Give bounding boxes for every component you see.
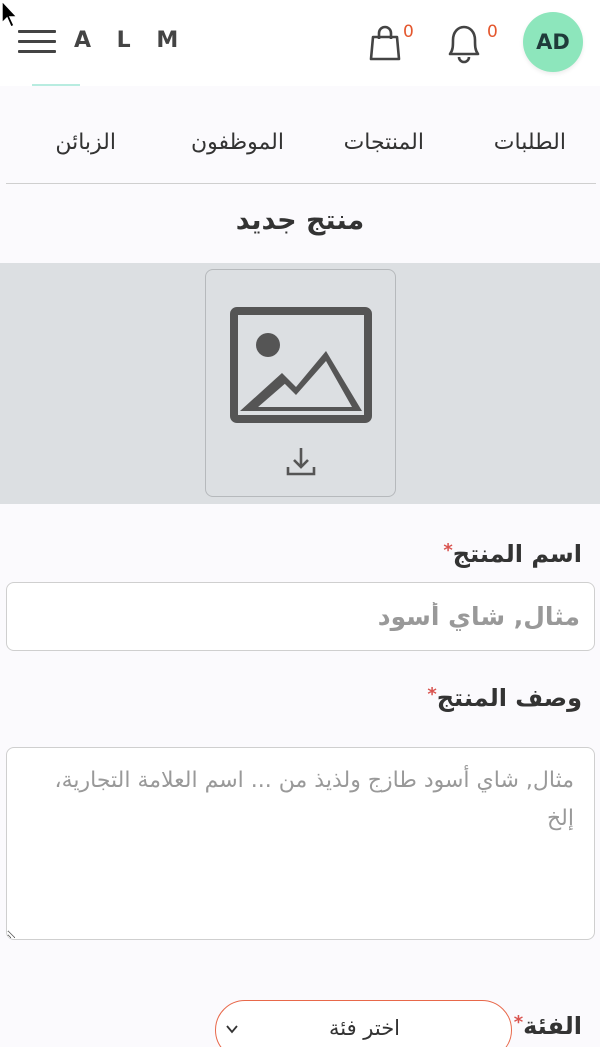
required-mark: * <box>513 1012 524 1033</box>
tab-orders[interactable]: الطلبات <box>494 130 566 155</box>
cart-button[interactable]: 0 <box>368 22 414 64</box>
required-mark: * <box>427 684 437 705</box>
product-name-input[interactable] <box>6 582 595 651</box>
tab-employees[interactable]: الموظفون <box>191 130 284 155</box>
category-label: الفئة* <box>513 1012 582 1040</box>
required-mark: * <box>443 540 453 561</box>
product-description-input[interactable] <box>6 747 595 940</box>
nav-tabs: الطلبات المنتجات الموظفون الزبائن <box>6 110 596 184</box>
mouse-cursor-icon <box>1 0 19 28</box>
category-select-value: اختر فئة <box>328 1016 401 1040</box>
download-icon <box>286 448 316 476</box>
notification-count-badge: 0 <box>487 22 498 42</box>
category-select[interactable]: اختر فئة <box>215 1000 512 1047</box>
chevron-down-icon <box>226 1025 238 1034</box>
bell-icon <box>448 25 480 64</box>
menu-icon[interactable] <box>18 30 56 54</box>
product-description-label: وصف المنتج* <box>427 684 582 712</box>
app-logo: A L M <box>74 28 188 53</box>
image-upload-area <box>0 263 600 504</box>
tab-products[interactable]: المنتجات <box>344 130 424 155</box>
app-header: A L M 0 0 AD <box>0 0 600 86</box>
user-avatar[interactable]: AD <box>523 12 583 72</box>
product-name-label: اسم المنتج* <box>443 540 582 568</box>
page-title: منتج جديد <box>235 205 365 236</box>
shopping-bag-icon <box>369 25 401 61</box>
tab-customers[interactable]: الزبائن <box>55 130 116 155</box>
notifications-button[interactable]: 0 <box>442 20 498 66</box>
cart-count-badge: 0 <box>403 22 414 42</box>
header-accent-line <box>32 84 80 86</box>
image-placeholder-icon <box>230 307 372 423</box>
image-upload-button[interactable] <box>205 269 396 497</box>
